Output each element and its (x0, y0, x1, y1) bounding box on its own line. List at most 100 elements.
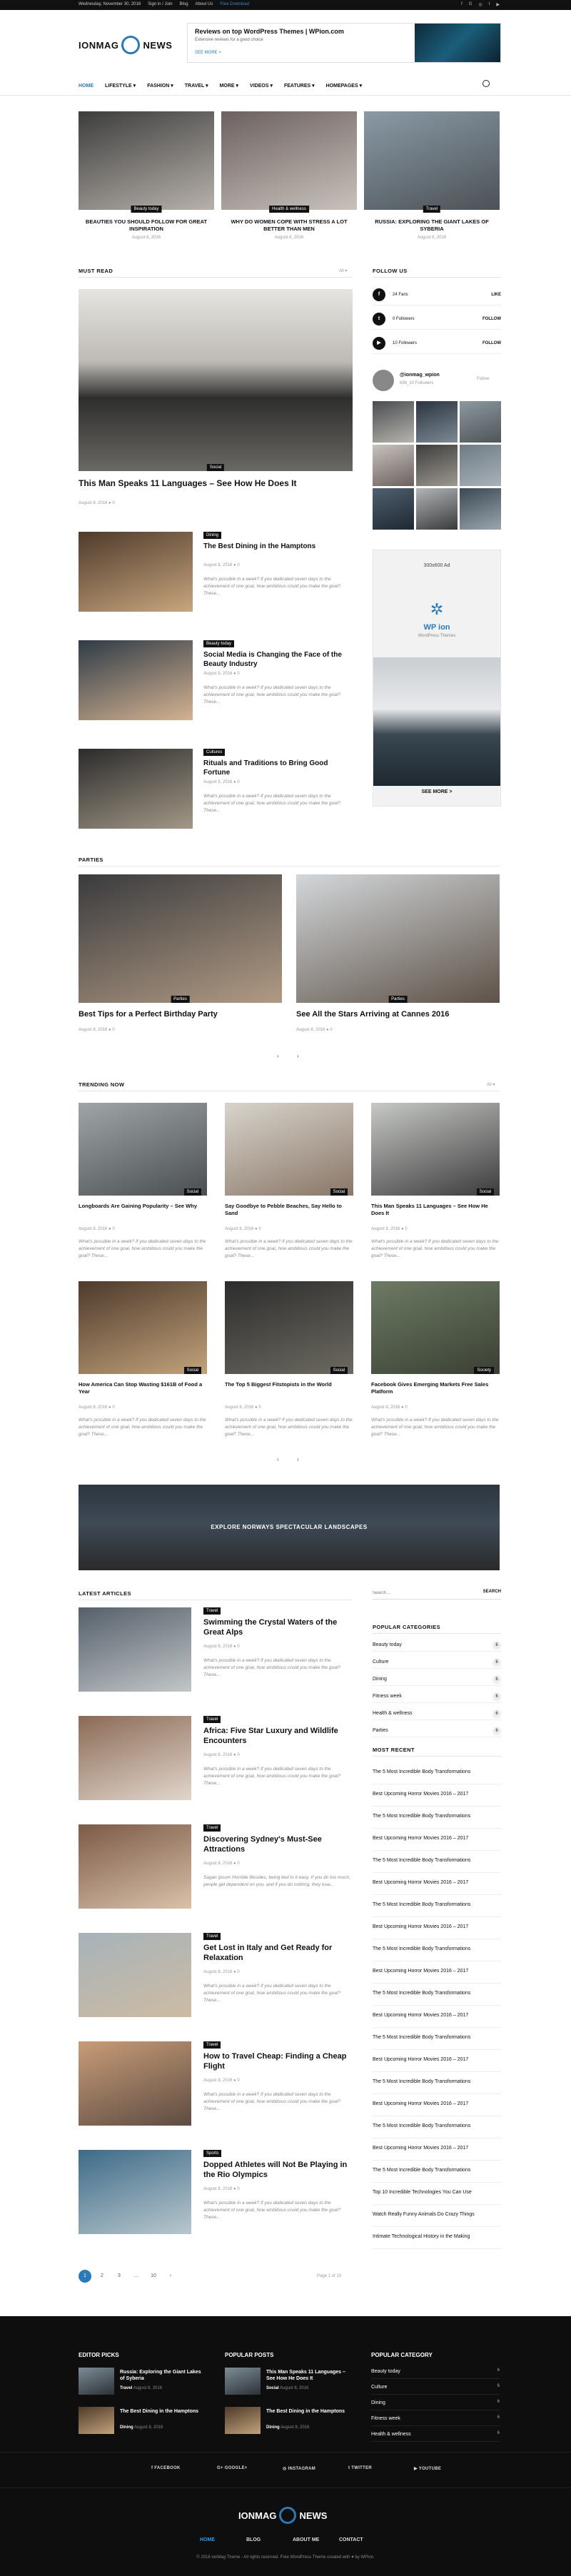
signin-link[interactable]: Sign in / Join (148, 2, 172, 6)
nav-item-6[interactable]: FEATURES ▾ (284, 83, 315, 89)
comment-count[interactable]: 0 (237, 1753, 239, 1757)
footer-social-link[interactable]: ◎ INSTAGRAM (283, 2466, 315, 2471)
article-title[interactable]: The Best Dining in the Hamptons (203, 542, 353, 551)
recent-post-link[interactable]: The 5 Most Incredible Body Transformatio… (373, 2117, 501, 2138)
comment-count[interactable]: 0 (237, 563, 239, 567)
footer-social-link[interactable]: G+ GOOGLE+ (217, 2466, 248, 2470)
instagram-follow-button[interactable]: Follow (477, 377, 489, 381)
trending-card[interactable]: Social Longboards Are Gaining Popularity … (79, 1103, 207, 1259)
party-title[interactable]: Best Tips for a Perfect Birthday Party (79, 1010, 218, 1019)
featured-card[interactable]: Travel RUSSIA: EXPLORING THE GIANT LAKES … (364, 111, 500, 240)
comment-count[interactable]: 0 (258, 1405, 261, 1410)
list-item[interactable]: Beauty today Social Media is Changing the… (79, 640, 353, 726)
recent-post-link[interactable]: The 5 Most Incredible Body Transformatio… (373, 1896, 501, 1917)
trending-next-arrow[interactable]: › (297, 1456, 299, 1463)
site-logo[interactable]: IONMAG NEWS (79, 36, 172, 54)
instagram-photo[interactable] (373, 401, 414, 443)
facebook-icon[interactable]: f (461, 2, 463, 7)
list-item[interactable]: Travel How to Travel Cheap: Finding a Che… (79, 2041, 357, 2134)
category-badge[interactable]: Travel (423, 206, 441, 213)
google-plus-icon[interactable]: G (469, 2, 473, 7)
recent-post-link[interactable]: Best Upcoming Horror Movies 2016 – 2017 (373, 2139, 501, 2161)
footer-post[interactable]: The Best Dining in the Hamptons Dining Au… (79, 2407, 207, 2437)
category-name[interactable]: Culture (371, 2385, 388, 2390)
article-title[interactable]: Dopped Athletes will Not Be Playing in t… (203, 2160, 357, 2181)
recent-post-link[interactable]: The 5 Most Incredible Body Transformatio… (373, 1807, 501, 1829)
pagination-page[interactable]: ... (130, 2270, 143, 2283)
trending-title[interactable]: Say Goodbye to Pebble Beaches, Say Hello… (225, 1203, 353, 1224)
footer-category-item[interactable]: Dining 6 (371, 2398, 500, 2410)
twitter-icon[interactable]: t (489, 2, 490, 7)
category-name[interactable]: Beauty today (373, 1642, 402, 1647)
recent-post-link[interactable]: Best Upcoming Horror Movies 2016 – 2017 (373, 1874, 501, 1895)
trending-card[interactable]: Social Say Goodbye to Pebble Beaches, Say… (225, 1103, 353, 1259)
follow-action-button[interactable]: FOLLOW (482, 341, 501, 345)
lead-comments[interactable]: 0 (112, 501, 114, 505)
recent-post-link[interactable]: Best Upcoming Horror Movies 2016 – 2017 (373, 2095, 501, 2116)
parties-prev-arrow[interactable]: ‹ (277, 1053, 279, 1059)
lead-article-title[interactable]: This Man Speaks 11 Languages – See How H… (79, 478, 296, 488)
article-title[interactable]: How to Travel Cheap: Finding a Cheap Fli… (203, 2051, 357, 2072)
category-badge[interactable]: Social (183, 1188, 201, 1196)
comment-count[interactable]: 0 (112, 1227, 114, 1231)
article-title[interactable]: Discovering Sydney's Must-See Attraction… (203, 1834, 357, 1855)
featured-title[interactable]: RUSSIA: EXPLORING THE GIANT LAKES OF SYB… (364, 218, 500, 233)
category-badge[interactable]: Society (474, 1367, 494, 1374)
must-read-all-filter[interactable]: All ▾ (339, 268, 347, 273)
category-name[interactable]: Beauty today (371, 2369, 400, 2374)
article-title[interactable]: Swimming the Crystal Waters of the Great… (203, 1617, 357, 1638)
list-item[interactable]: Cultures Rituals and Traditions to Bring … (79, 749, 353, 834)
article-image[interactable] (79, 2150, 191, 2234)
pagination-page[interactable]: 10 (147, 2270, 160, 2283)
featured-card[interactable]: Health & wellness WHY DO WOMEN COPE WITH … (221, 111, 357, 240)
article-title[interactable]: Get Lost in Italy and Get Ready for Rela… (203, 1943, 357, 1964)
trending-card[interactable]: Social This Man Speaks 11 Languages – See… (371, 1103, 500, 1259)
recent-post-link[interactable]: Intimate Technological History in the Ma… (373, 2228, 501, 2249)
article-title[interactable]: Rituals and Traditions to Bring Good For… (203, 759, 353, 777)
article-image[interactable] (79, 532, 193, 612)
norway-banner[interactable]: EXPLORE NORWAYS SPECTACULAR LANDSCAPES (79, 1485, 500, 1570)
instagram-photo[interactable] (460, 401, 501, 443)
nav-item-1[interactable]: LIFESTYLE ▾ (105, 83, 136, 89)
trending-card[interactable]: Social How America Can Stop Wasting $161B… (79, 1281, 207, 1438)
recent-post-link[interactable]: The 5 Most Incredible Body Transformatio… (373, 2073, 501, 2094)
comment-count[interactable]: 0 (258, 1227, 261, 1231)
comment-count[interactable]: 0 (237, 672, 239, 676)
search-input[interactable] (373, 1591, 458, 1595)
category-badge[interactable]: Travel (203, 1824, 221, 1832)
category-badge[interactable]: Social (330, 1188, 348, 1196)
footer-post-title[interactable]: Russia: Exploring the Giant Lakes of Syb… (120, 2369, 206, 2382)
trending-title[interactable]: Facebook Gives Emerging Markets Free Sal… (371, 1381, 500, 1403)
featured-image[interactable] (221, 111, 357, 210)
trending-image[interactable]: Society (371, 1281, 500, 1374)
category-badge[interactable]: Beauty today (131, 206, 162, 213)
article-image[interactable] (79, 1824, 191, 1909)
trending-image[interactable]: Social (225, 1281, 353, 1374)
parties-next-arrow[interactable]: › (297, 1053, 299, 1059)
category-name[interactable]: Dining (373, 1677, 387, 1682)
category-item[interactable]: Dining 6 (373, 1673, 501, 1686)
category-name[interactable]: Fitness week (373, 1694, 402, 1699)
category-item[interactable]: Parties 6 (373, 1724, 501, 1737)
footer-category-item[interactable]: Beauty today 6 (371, 2366, 500, 2379)
youtube-icon[interactable]: ▶ (496, 2, 500, 7)
category-badge[interactable]: Parties (171, 996, 190, 1003)
article-image[interactable] (79, 2041, 191, 2126)
comment-count[interactable]: 0 (237, 2079, 239, 2083)
category-badge[interactable]: Parties (388, 996, 408, 1003)
footer-nav-item[interactable]: CONTACT (339, 2537, 363, 2542)
footer-post-image[interactable] (79, 2407, 114, 2434)
category-name[interactable]: Fitness week (371, 2416, 400, 2421)
search-icon[interactable] (482, 80, 490, 87)
article-image[interactable] (79, 749, 193, 829)
about-link[interactable]: About Us (196, 2, 213, 6)
comment-count[interactable]: 0 (237, 1645, 239, 1649)
trending-title[interactable]: Longboards Are Gaining Popularity – See … (79, 1203, 207, 1224)
recent-post-link[interactable]: The 5 Most Incredible Body Transformatio… (373, 1984, 501, 2006)
category-badge[interactable]: Health & wellness (269, 206, 309, 213)
trending-image[interactable]: Social (225, 1103, 353, 1196)
recent-post-link[interactable]: Best Upcoming Horror Movies 2016 – 2017 (373, 2051, 501, 2072)
nav-item-4[interactable]: MORE ▾ (220, 83, 238, 89)
article-image[interactable] (79, 640, 193, 720)
footer-post[interactable]: The Best Dining in the Hamptons Dining Au… (225, 2407, 353, 2437)
